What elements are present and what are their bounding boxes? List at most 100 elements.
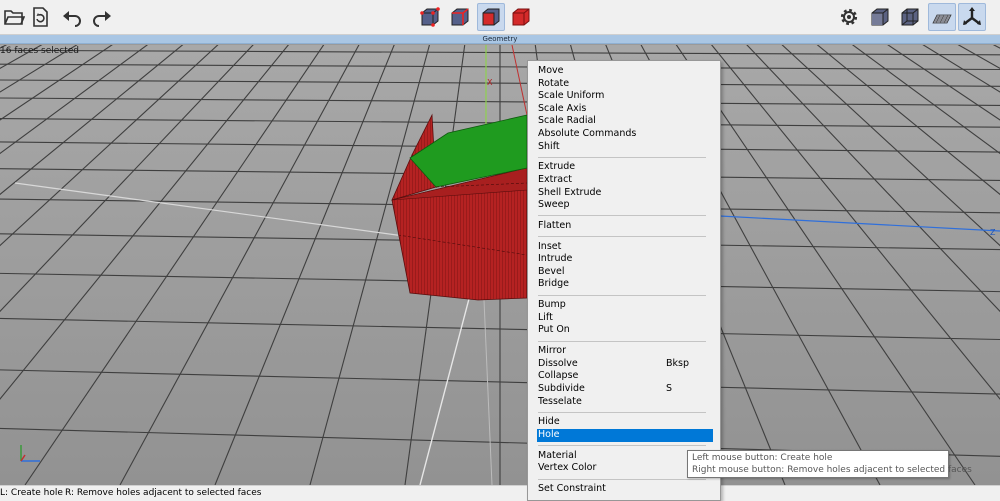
grid-toggle-button[interactable] — [928, 3, 956, 31]
edge-mode-button[interactable] — [446, 3, 474, 31]
menu-item-inset[interactable]: Inset — [528, 241, 720, 254]
toolbar — [0, 0, 1000, 35]
menu-item-shortcut: S — [666, 383, 673, 394]
menu-item-label: Set Constraint — [538, 483, 606, 495]
menu-item-shortcut: Bksp — [666, 357, 689, 369]
tooltip-line-right: Right mouse button: Remove holes adjacen… — [692, 465, 972, 475]
menu-item-scale-uniform[interactable]: Scale Uniform — [528, 90, 720, 103]
z-axis-line — [719, 215, 1000, 232]
menu-item-label: Collapse — [538, 370, 579, 382]
menu-item-extract[interactable]: Extract — [528, 174, 720, 187]
menu-item-scale-radial[interactable]: Scale Radial — [528, 115, 720, 128]
tooltip: Left mouse button: Create hole Right mou… — [687, 450, 972, 478]
menu-item-sweep[interactable]: Sweep — [528, 199, 720, 212]
menu-item-label: Bevel — [538, 265, 565, 277]
selection-info: 16 faces selected — [0, 46, 80, 56]
menu-item-absolute-commands[interactable]: Absolute Commands — [528, 128, 720, 141]
object-mode-button[interactable] — [507, 3, 535, 31]
menu-separator — [538, 215, 706, 217]
menu-item-dissolve[interactable]: Dissolve Bksp — [528, 358, 720, 371]
menu-item-label: Put On — [538, 324, 570, 336]
menu-item-label: Lift — [538, 311, 553, 323]
edge-mode-icon — [451, 8, 469, 26]
vertex-mode-button[interactable] — [416, 3, 444, 31]
menu-item-label: Absolute Commands — [538, 127, 637, 139]
menu-item-lift[interactable]: Lift — [528, 312, 720, 325]
menu-item-label: Material — [538, 449, 577, 461]
axis-label-x: X — [487, 78, 493, 87]
menu-item-bridge[interactable]: Bridge — [528, 278, 720, 291]
shaded-view-button[interactable] — [866, 3, 894, 31]
vertex-mode-icon — [420, 7, 440, 27]
undo-icon — [63, 11, 81, 27]
menu-item-label: Shift — [538, 140, 560, 152]
viewport-scene: X Z — [0, 45, 1000, 485]
menu-item-collapse[interactable]: Collapse — [528, 370, 720, 383]
menu-item-shell-extrude[interactable]: Shell Extrude — [528, 187, 720, 200]
redo-button[interactable] — [88, 3, 116, 31]
wireframe-view-button[interactable] — [896, 3, 924, 31]
menu-item-label: Scale Axis — [538, 102, 587, 114]
gear-icon — [840, 8, 858, 26]
menu-item-label: Shell Extrude — [538, 186, 602, 198]
menu-item-put-on[interactable]: Put On — [528, 324, 720, 337]
status-right-hint: R: Remove holes adjacent to selected fac… — [65, 488, 262, 498]
status-left-hint: L: Create hole — [0, 488, 63, 498]
axes-toggle-button[interactable] — [958, 3, 986, 31]
menu-item-label: Hide — [538, 416, 560, 428]
menu-item-label: Vertex Color — [538, 462, 597, 474]
menu-item-label: Bump — [538, 299, 566, 311]
menu-item-mirror[interactable]: Mirror — [528, 345, 720, 358]
tooltip-line-left: Left mouse button: Create hole — [692, 453, 833, 463]
menu-item-hole[interactable]: Hole — [537, 428, 713, 442]
x-axis-line-positive — [483, 299, 493, 485]
face-mode-button[interactable] — [477, 3, 505, 31]
menu-separator — [538, 445, 706, 447]
settings-button[interactable] — [835, 3, 863, 31]
menu-item-label: Subdivide — [538, 383, 585, 394]
shaded-cube-icon — [871, 8, 889, 26]
menu-separator — [538, 294, 706, 296]
status-bar: L: Create hole R: Remove holes adjacent … — [0, 485, 1000, 501]
open-folder-icon — [4, 10, 25, 25]
menu-item-label: Rotate — [538, 77, 570, 89]
y-axis-line-negative — [419, 294, 471, 485]
menu-item-flatten[interactable]: Flatten — [528, 220, 720, 233]
open-folder-button[interactable] — [0, 3, 28, 31]
menu-item-scale-axis[interactable]: Scale Axis — [528, 103, 720, 116]
menu-item-label: Scale Radial — [538, 115, 596, 127]
menu-item-intrude[interactable]: Intrude — [528, 253, 720, 266]
menu-item-label: Extract — [538, 173, 573, 185]
menu-item-hide[interactable]: Hide — [528, 416, 720, 429]
wireframe-cube-icon — [901, 8, 919, 26]
menu-item-shift[interactable]: Shift — [528, 141, 720, 154]
menu-separator — [538, 340, 706, 342]
axes-icon — [963, 7, 981, 25]
orientation-gizmo-icon — [20, 445, 40, 462]
reload-document-button[interactable] — [26, 3, 54, 31]
geometry-viewport[interactable]: X Z 16 faces selected — [0, 45, 1000, 485]
face-mode-icon — [482, 8, 500, 26]
menu-item-label: Extrude — [538, 161, 576, 173]
menu-separator — [538, 478, 706, 480]
menu-item-tesselate[interactable]: Tesselate — [528, 396, 720, 409]
menu-item-label: Hole — [538, 428, 560, 440]
menu-item-subdivide[interactable]: Subdivide S — [528, 383, 720, 396]
object-mode-icon — [512, 8, 530, 26]
menu-item-label: Sweep — [538, 199, 570, 211]
menu-separator — [538, 411, 706, 413]
menu-item-label: Dissolve — [538, 357, 578, 369]
menu-item-move[interactable]: Move — [528, 65, 720, 78]
undo-button[interactable] — [58, 3, 86, 31]
menu-item-extrude[interactable]: Extrude — [528, 161, 720, 174]
menu-item-bevel[interactable]: Bevel — [528, 266, 720, 279]
grid-floor-icon — [932, 14, 952, 24]
menu-item-label: Intrude — [538, 253, 573, 265]
menu-item-label: Bridge — [538, 278, 569, 290]
axis-label-z: Z — [990, 228, 996, 237]
menu-item-label: Move — [538, 65, 564, 76]
menu-item-set-constraint[interactable]: Set Constraint — [528, 483, 720, 496]
menu-item-bump[interactable]: Bump — [528, 299, 720, 312]
selected-mesh[interactable] — [391, 113, 528, 301]
menu-item-rotate[interactable]: Rotate — [528, 78, 720, 91]
